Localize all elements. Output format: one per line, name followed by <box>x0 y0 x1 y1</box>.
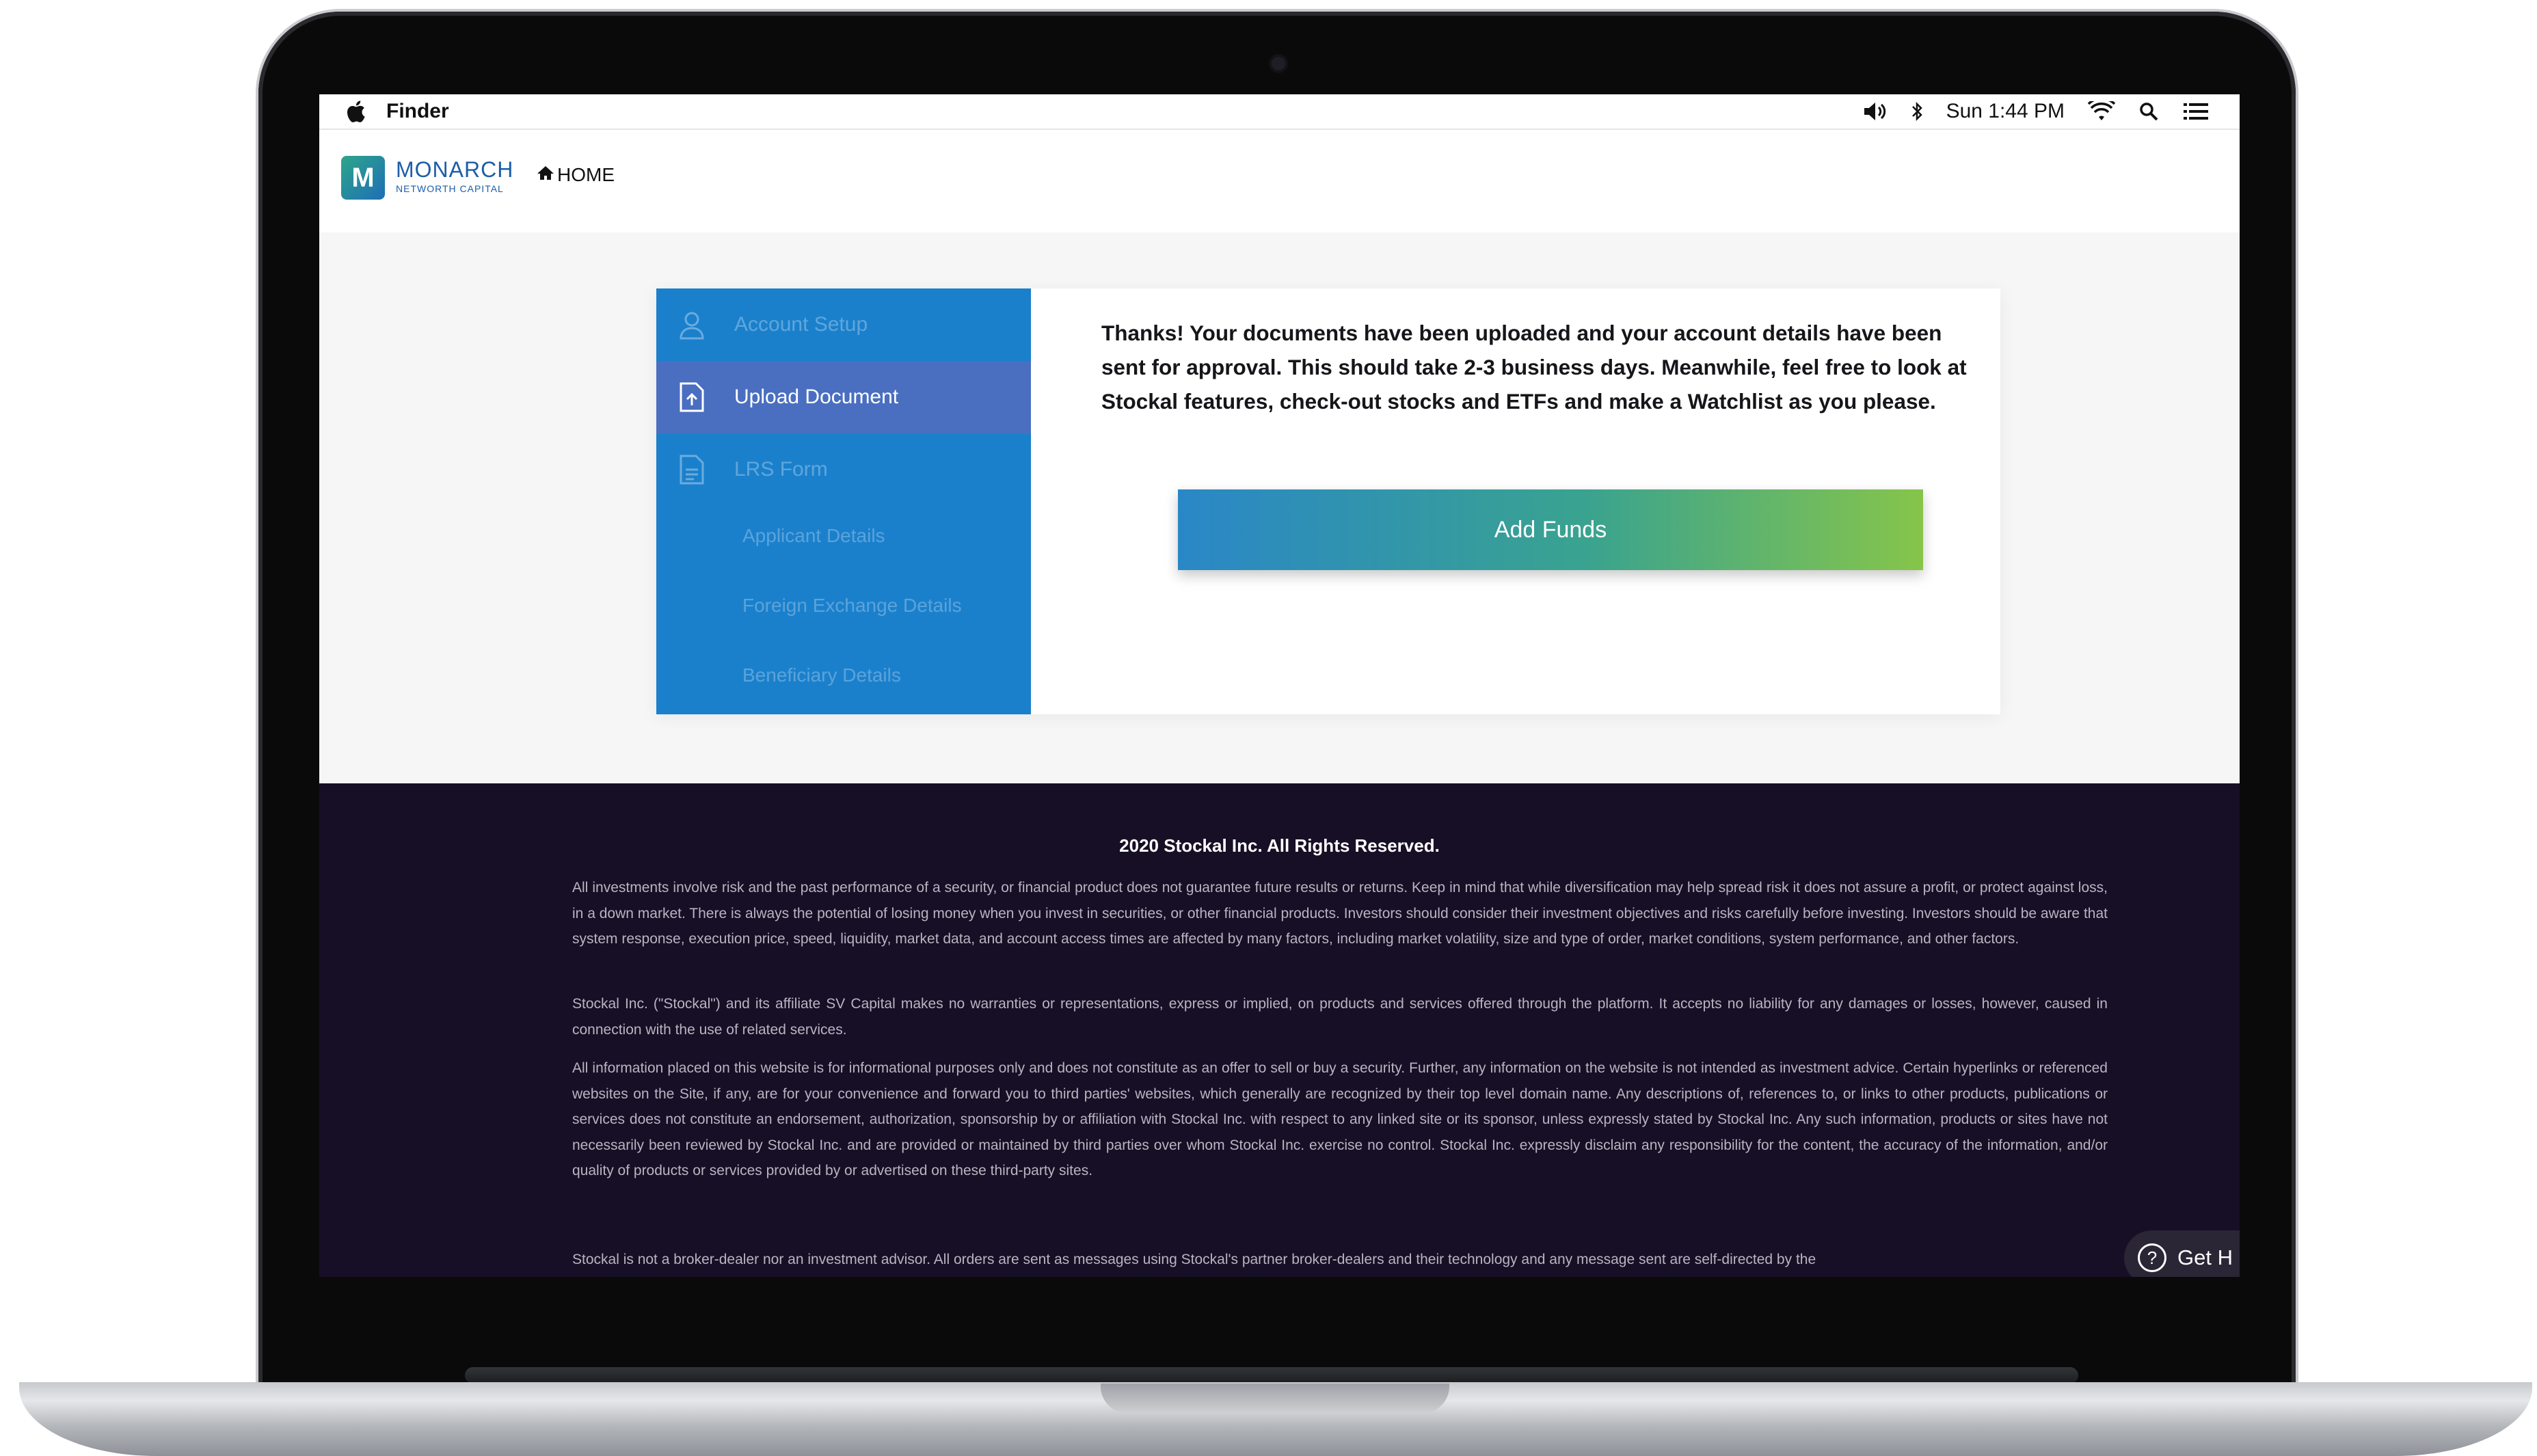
steps-sidebar: Account Setup Upload Document LRS Form A… <box>656 288 1031 714</box>
step-label: LRS Form <box>734 458 828 481</box>
substep-applicant-details[interactable]: Applicant Details <box>742 525 885 547</box>
laptop-notch <box>1101 1384 1449 1414</box>
step-account-setup[interactable]: Account Setup <box>656 288 1031 361</box>
disclaimer-paragraph: Stockal is not a broker-dealer nor an in… <box>572 1252 1816 1267</box>
disclaimer-paragraph: Stockal Inc. ("Stockal") and its affilia… <box>572 996 2108 1038</box>
add-funds-button[interactable]: Add Funds <box>1178 489 1923 570</box>
logo-badge[interactable]: M <box>341 156 385 200</box>
onboarding-card: Account Setup Upload Document LRS Form A… <box>656 288 2000 714</box>
laptop-hinge <box>465 1367 2078 1384</box>
apple-icon[interactable] <box>345 100 366 123</box>
menu-bar: Finder Sun 1:44 PM <box>319 94 2240 130</box>
volume-icon[interactable] <box>1863 101 1888 122</box>
step-label: Upload Document <box>734 386 899 408</box>
logo-name[interactable]: MONARCH <box>396 157 513 183</box>
home-icon <box>537 164 554 186</box>
home-label: HOME <box>557 164 615 185</box>
screen: Finder Sun 1:44 PM M MONARCH NETWORTH CA… <box>319 94 2240 1277</box>
confirmation-message: Thanks! Your documents have been uploade… <box>1101 321 1967 414</box>
disclaimer-paragraph: All investments involve risk and the pas… <box>572 880 2108 947</box>
help-button[interactable]: ? Get H <box>2124 1230 2240 1277</box>
search-icon[interactable] <box>2138 101 2159 122</box>
substep-beneficiary-details[interactable]: Beneficiary Details <box>742 664 901 686</box>
step-upload-document[interactable]: Upload Document <box>656 361 1031 433</box>
substep-foreign-exchange[interactable]: Foreign Exchange Details <box>742 595 962 617</box>
datetime[interactable]: Sun 1:44 PM <box>1946 100 2065 123</box>
document-icon <box>675 453 708 486</box>
step-label: Account Setup <box>734 313 868 336</box>
finder-menu[interactable]: Finder <box>386 100 449 123</box>
home-link[interactable]: HOME <box>537 164 615 186</box>
app-header: M MONARCH NETWORTH CAPITAL HOME <box>319 130 2240 232</box>
help-label: Get H <box>2177 1245 2233 1269</box>
copyright: 2020 Stockal Inc. All Rights Reserved. <box>1119 835 1440 856</box>
wifi-icon[interactable] <box>2088 101 2115 122</box>
status-items: Sun 1:44 PM <box>1863 100 2210 123</box>
list-icon[interactable] <box>2182 101 2210 122</box>
help-icon: ? <box>2138 1243 2166 1272</box>
footer: 2020 Stockal Inc. All Rights Reserved. A… <box>319 783 2240 1277</box>
disclaimer-paragraph: All information placed on this website i… <box>572 1060 2108 1178</box>
camera <box>1272 57 1285 70</box>
main-content: Account Setup Upload Document LRS Form A… <box>319 232 2240 783</box>
step-lrs-form[interactable]: LRS Form <box>656 433 1031 506</box>
logo-subtitle: NETWORTH CAPITAL <box>396 183 504 194</box>
upload-doc-icon <box>675 381 708 414</box>
user-icon <box>675 308 708 341</box>
bluetooth-icon[interactable] <box>1911 101 1923 122</box>
